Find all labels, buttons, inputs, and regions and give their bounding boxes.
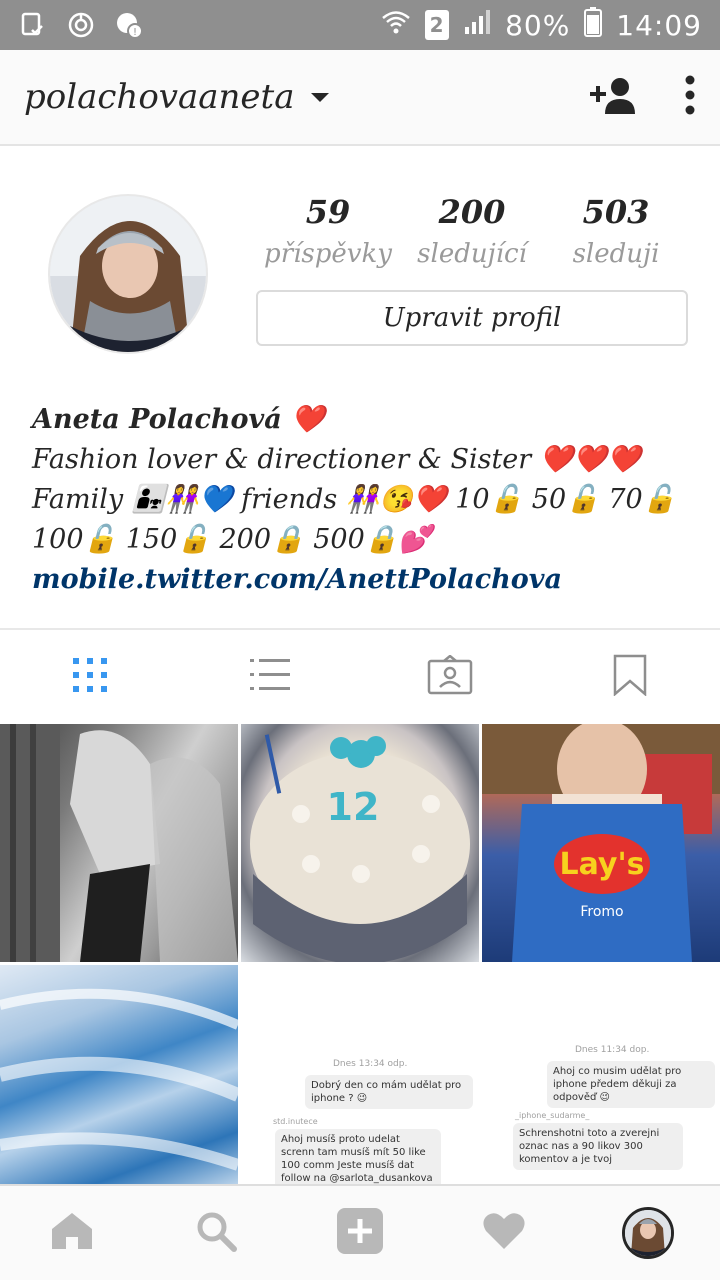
bio-full-name: Aneta Polachová ❤️ (32, 404, 325, 435)
cake-number: 12 (327, 785, 380, 829)
grid-icon (72, 657, 108, 697)
battery-icon (584, 6, 603, 44)
tab-saved[interactable] (540, 630, 720, 724)
chat-bubble: Ahoj co musim udělat pro iphone předem d… (547, 1061, 715, 1108)
chat-screenshot: Dnes 11:34 dop. Ahoj co musim udělat pro… (483, 965, 719, 1184)
bio-line: Fashion lover & directioner & Sister ❤️❤… (32, 444, 641, 475)
bio-line: Family 👨‍👧👭💙 friends 👭😘❤️ 10🔓 50🔓 70🔓 (32, 484, 677, 515)
clock: 14:09 (616, 8, 702, 42)
chat-screenshot: Dnes 13:34 odp. Dobrý den co mám udělat … (241, 965, 477, 1184)
chat-bubble: Dobrý den co mám udělat pro iphone ? 😉 (305, 1075, 473, 1109)
stat-following[interactable]: 503 sleduji (544, 192, 688, 276)
stat-label: sledující (417, 239, 527, 269)
chat-sender: _iphone_sudarme_ (515, 1111, 590, 1120)
chat-sender: std.inutece (273, 1117, 318, 1126)
bio-line: 100🔓 150🔓 200🔒 500🔒💕 (32, 524, 432, 555)
sim-badge: 2 (425, 10, 450, 40)
nav-add-post[interactable] (288, 1186, 432, 1280)
screenshot-icon (18, 10, 48, 40)
stat-label: sleduji (572, 239, 660, 269)
bottom-navigation (0, 1184, 720, 1280)
list-icon (250, 657, 290, 697)
battery-level: 80% (505, 8, 571, 42)
chips-flavor: Fromo (580, 904, 623, 920)
chat-bubble: Ahoj musíš proto udelat screnn tam musíš… (275, 1129, 441, 1184)
chat-bubble: Schrenshotni toto a zverejni oznac nas a… (513, 1123, 683, 1170)
profile-bio: Aneta Polachová ❤️ Fashion lover & direc… (32, 400, 692, 600)
profile-avatar (622, 1207, 674, 1259)
chat-time: Dnes 13:34 odp. (333, 1059, 408, 1069)
svg-text:!: ! (133, 27, 137, 38)
search-icon (195, 1210, 237, 1256)
nav-home[interactable] (0, 1186, 144, 1280)
tab-tagged[interactable] (360, 630, 540, 724)
sync-icon (66, 10, 96, 40)
add-person-icon[interactable] (588, 75, 638, 119)
post-thumbnail[interactable]: 12 (241, 724, 479, 962)
tab-list[interactable] (180, 630, 360, 724)
stat-posts[interactable]: 59 příspěvky (256, 192, 400, 276)
profile-stats: 59 příspěvky 200 sledující 503 sleduji (256, 192, 688, 276)
edit-profile-button[interactable]: Upravit profil (256, 290, 688, 346)
home-icon (50, 1211, 94, 1255)
profile-header-bar: polachovaaneta (0, 50, 720, 146)
add-post-icon (336, 1207, 384, 1259)
stat-label: příspěvky (264, 239, 392, 269)
nav-activity[interactable] (432, 1186, 576, 1280)
post-thumbnail[interactable]: Lay's Fromo (482, 724, 720, 962)
nav-profile[interactable] (576, 1186, 720, 1280)
nav-search[interactable] (144, 1186, 288, 1280)
more-vertical-icon[interactable] (684, 75, 696, 119)
stat-count: 200 (438, 193, 506, 231)
stat-followers[interactable]: 200 sledující (400, 192, 544, 276)
wifi-icon (381, 9, 411, 42)
post-thumbnail[interactable] (0, 724, 238, 962)
alert-icon: ! (114, 10, 144, 40)
status-bar: ! 2 80% 14:09 (0, 0, 720, 50)
tagged-photo-icon (427, 654, 473, 699)
bio-website-link[interactable]: mobile.twitter.com/AnettPolachova (32, 560, 692, 600)
chevron-down-icon[interactable] (310, 92, 329, 102)
username-title[interactable]: polachovaaneta (24, 77, 295, 117)
stat-count: 503 (582, 193, 650, 231)
tab-grid[interactable] (0, 630, 180, 724)
heart-icon (482, 1211, 526, 1255)
stat-count: 59 (305, 193, 351, 231)
chat-time: Dnes 11:34 dop. (575, 1045, 650, 1055)
chips-brand: Lay's (559, 847, 644, 882)
bookmark-icon (613, 654, 647, 700)
profile-view-tabs (0, 630, 720, 724)
post-thumbnail[interactable]: Dnes 13:34 odp. Dobrý den co mám udělat … (241, 965, 720, 1184)
post-thumbnail[interactable] (0, 965, 238, 1184)
post-grid: 12 Lay's Fromo Dnes 13:34 odp. Dobrý den… (0, 724, 720, 1184)
profile-avatar[interactable] (48, 194, 208, 354)
signal-icon (463, 9, 491, 42)
